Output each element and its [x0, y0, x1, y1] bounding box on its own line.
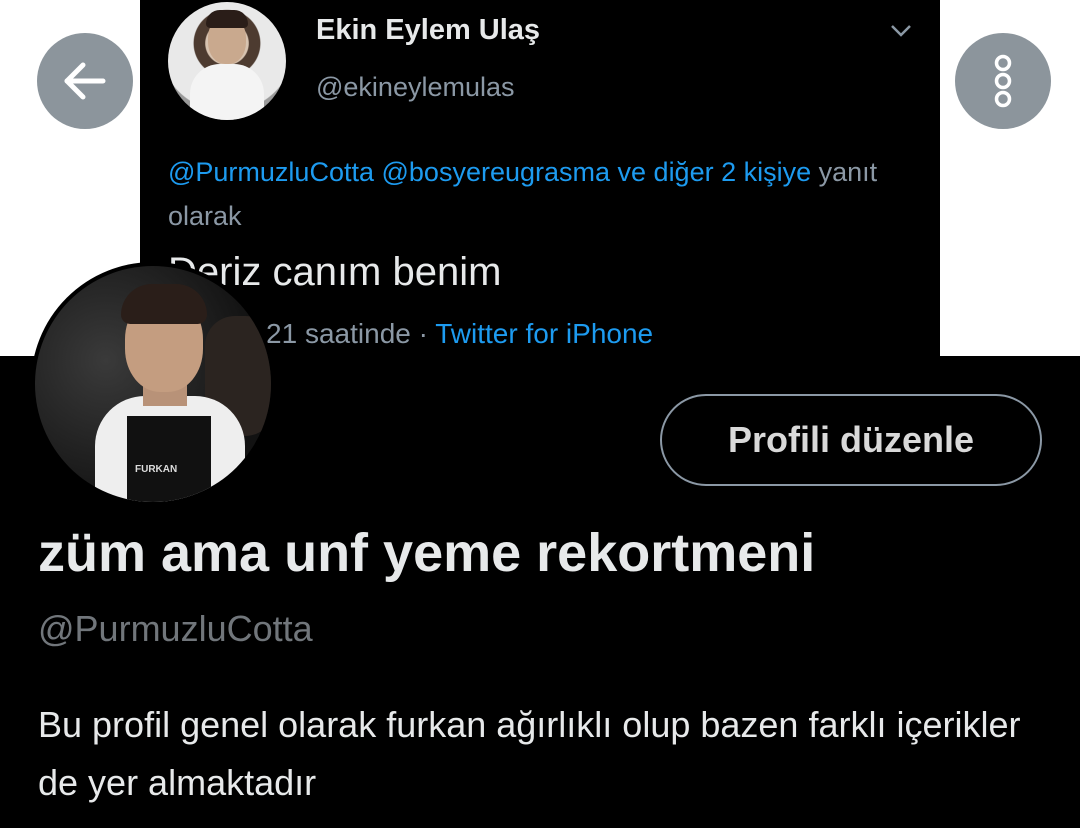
more-vertical-icon [994, 54, 1012, 108]
avatar-apron-label: FURKAN [135, 464, 178, 475]
reply-mention-link[interactable]: @PurmuzluCotta [168, 157, 374, 187]
chevron-down-icon[interactable] [888, 18, 914, 44]
meta-separator: · [410, 318, 436, 349]
edit-profile-button[interactable]: Profili düzenle [660, 394, 1042, 486]
tweet-source-link[interactable]: Twitter for iPhone [435, 318, 653, 349]
more-options-button[interactable] [955, 33, 1051, 129]
arrow-left-icon [64, 62, 106, 100]
reply-context: @PurmuzluCotta @bosyereugrasma ve diğer … [168, 150, 908, 238]
reply-connector: ve [610, 157, 654, 187]
reply-mention-link[interactable]: @bosyereugrasma [382, 157, 611, 187]
tweet-author-handle[interactable]: @ekineylemulas [316, 72, 515, 103]
profile-avatar[interactable]: FURKAN [31, 262, 275, 506]
reply-others-link[interactable]: diğer 2 kişiye [654, 157, 812, 187]
back-button[interactable] [37, 33, 133, 129]
profile-bio: Bu profil genel olarak furkan ağırlıklı … [38, 704, 1021, 803]
tweet-author-avatar[interactable] [168, 2, 286, 120]
profile-display-name: züm ama unf yeme rekortmeni [38, 523, 816, 583]
profile-handle: @PurmuzluCotta [38, 608, 313, 649]
tweet-author-name[interactable]: Ekin Eylem Ulaş [316, 14, 540, 47]
